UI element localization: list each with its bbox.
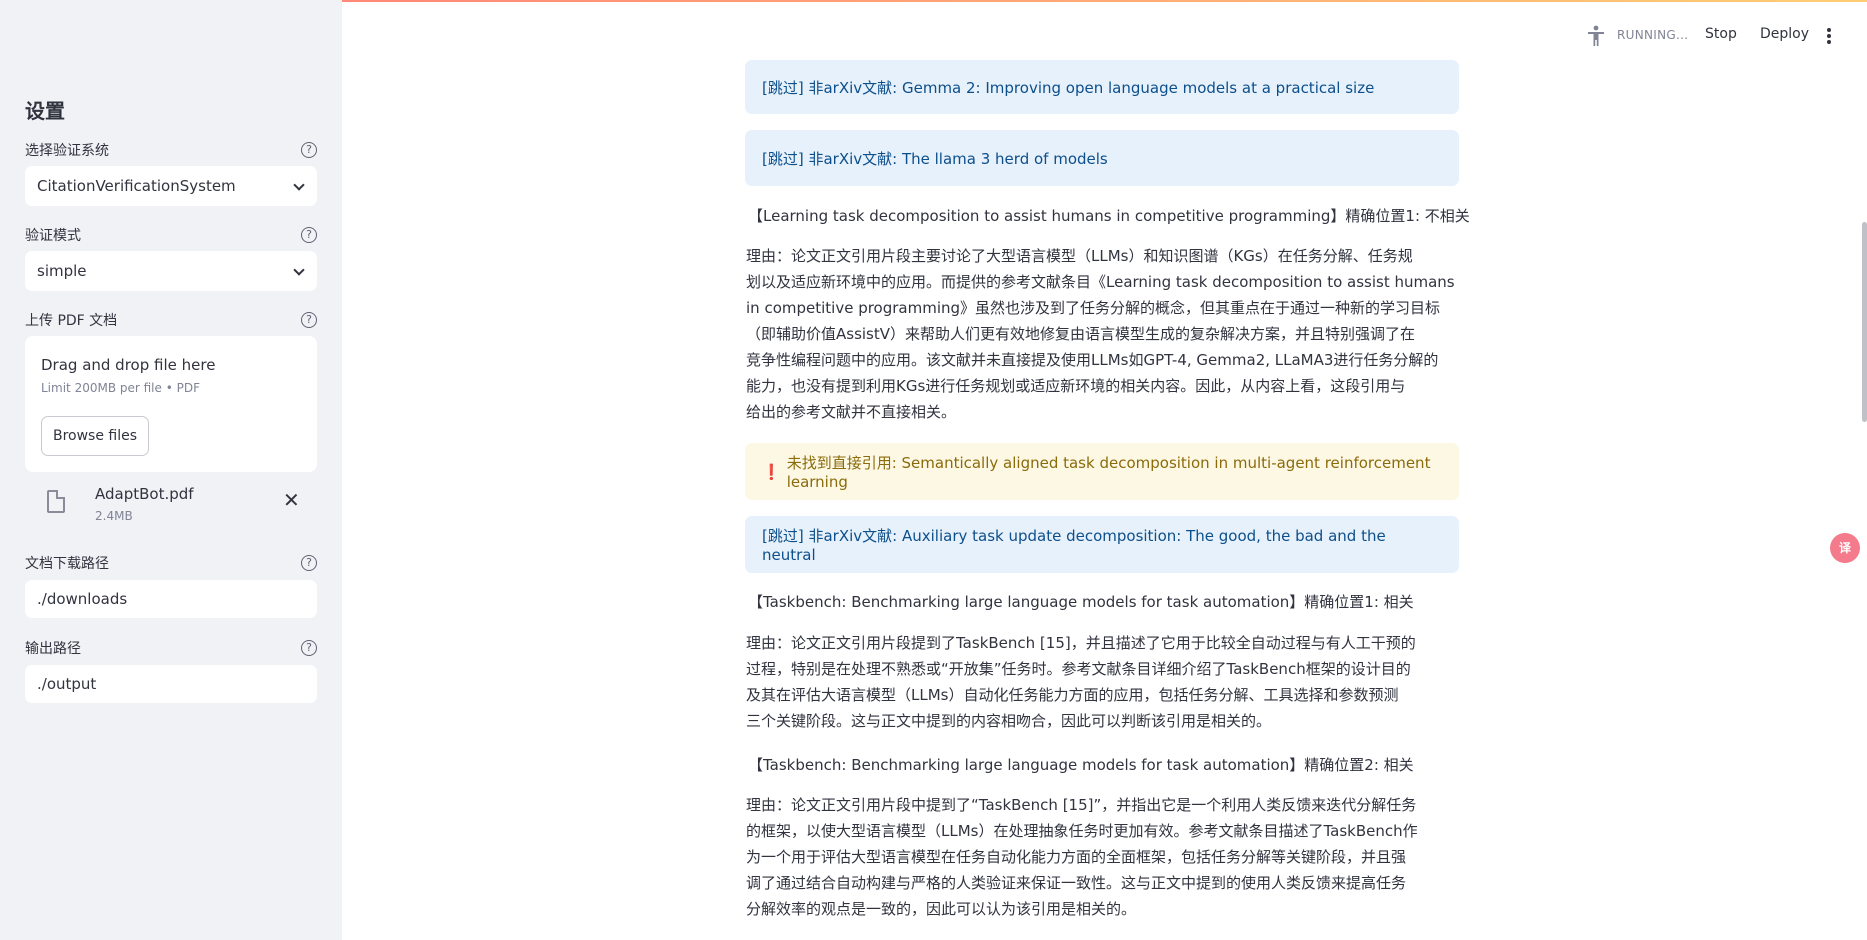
alert-text: 未找到直接引用: Semantically aligned task decom… [786,454,1431,491]
remove-file-close-icon[interactable]: ✕ [283,490,300,510]
uploaded-file-name: AdaptBot.pdf [95,485,194,503]
sidebar: 设置 选择验证系统 ? CitationVerificationSystem 验… [0,0,342,940]
dropzone-limit: Limit 200MB per file • PDF [41,381,200,395]
reason-line: 及其在评估大语言模型（LLMs）自动化任务能力方面的应用，包括任务分解、工具选择… [746,686,1399,704]
reason-paragraph: 理由：论文正文引用片段提到了TaskBench [15]，并且描述了它用于比较全… [746,630,1460,734]
reason-line: 给出的参考文献并不直接相关。 [746,403,957,421]
alert-text: [跳过] 非arXiv文献: Auxiliary task update dec… [762,527,1386,564]
chevron-down-icon [293,179,305,191]
reason-line: 的框架，以使大型语言模型（LLMs）在处理抽象任务时更加有效。参考文献条目描述了… [746,822,1418,840]
reason-paragraph: 理由：论文正文引用片段主要讨论了大型语言模型（LLMs）和知识图谱（KGs）在任… [746,243,1460,425]
file-icon [47,490,65,513]
download-path-label: 文档下载路径 [25,556,109,572]
sidebar-title: 设置 [25,99,65,123]
help-icon[interactable]: ? [301,555,317,571]
not-found-warning-alert: ❗ 未找到直接引用: Semantically aligned task dec… [745,443,1459,500]
uploaded-file-row: AdaptBot.pdf 2.4MB ✕ [25,478,317,528]
accessibility-figure-icon [1588,25,1604,46]
download-path-input[interactable]: ./downloads [25,580,317,618]
system-select[interactable]: CitationVerificationSystem [25,166,317,206]
main-scrollbar[interactable] [1862,222,1867,422]
system-select-label: 选择验证系统 [25,143,109,159]
reason-line: in competitive programming》虽然也涉及到了任务分解的概… [746,299,1441,317]
result-heading: 【Taskbench: Benchmarking large language … [748,593,1414,611]
dropzone-title: Drag and drop file here [41,356,216,374]
reason-line: （即辅助价值AssistV）来帮助人们更有效地修复由语言模型生成的复杂解决方案，… [746,325,1416,343]
reason-line: 过程，特别是在处理不熟悉或“开放集”任务时。参考文献条目详细介绍了TaskBen… [746,660,1411,678]
mode-select[interactable]: simple [25,251,317,291]
output-path-label: 输出路径 [25,641,81,657]
reason-line: 能力，也没有提到利用KGs进行任务规划或适应新环境的相关内容。因此，从内容上看，… [746,377,1406,395]
help-icon[interactable]: ? [301,227,317,243]
reason-line: 分解效率的观点是一致的，因此可以认为该引用是相关的。 [746,900,1137,918]
result-heading: 【Learning task decomposition to assist h… [748,207,1470,225]
system-select-value: CitationVerificationSystem [37,177,236,195]
uploaded-file-size: 2.4MB [95,509,133,523]
skip-info-alert: [跳过] 非arXiv文献: The llama 3 herd of model… [745,130,1459,186]
chevron-down-icon [293,264,305,276]
reason-paragraph: 理由：论文正文引用片段中提到了“TaskBench [15]”，并指出它是一个利… [746,792,1460,922]
reason-line: 调了通过结合自动构建与严格的人类验证来保证一致性。这与正文中提到的使用人类反馈来… [746,874,1407,892]
running-status: RUNNING... [1617,28,1689,42]
reason-line: 理由：论文正文引用片段中提到了“TaskBench [15]”，并指出它是一个利… [746,796,1417,814]
skip-info-alert: [跳过] 非arXiv文献: Gemma 2: Improving open l… [745,60,1459,114]
reason-line: 理由：论文正文引用片段主要讨论了大型语言模型（LLMs）和知识图谱（KGs）在任… [746,247,1413,265]
mode-select-value: simple [37,262,87,280]
help-icon[interactable]: ? [301,142,317,158]
reason-line: 理由：论文正文引用片段提到了TaskBench [15]，并且描述了它用于比较全… [746,634,1416,652]
help-icon[interactable]: ? [301,312,317,328]
reason-line: 为一个用于评估大型语言模型在任务自动化能力方面的全面框架，包括任务分解等关键阶段… [746,848,1407,866]
alert-text: [跳过] 非arXiv文献: Gemma 2: Improving open l… [762,78,1375,97]
exclamation-icon: ❗ [762,462,781,481]
result-heading: 【Taskbench: Benchmarking large language … [748,756,1414,774]
mode-select-label: 验证模式 [25,228,81,244]
translate-icon[interactable]: 译 [1830,533,1860,563]
upload-label: 上传 PDF 文档 [25,313,118,329]
reason-line: 三个关键阶段。这与正文中提到的内容相吻合，因此可以判断该引用是相关的。 [746,712,1272,730]
reason-line: 竞争性编程问题中的应用。该文献并未直接提及使用LLMs如GPT-4, Gemma… [746,351,1439,369]
alert-text: [跳过] 非arXiv文献: The llama 3 herd of model… [762,149,1108,168]
deploy-button[interactable]: Deploy [1760,26,1809,42]
output-path-input[interactable]: ./output [25,665,317,703]
reason-line: 划以及适应新环境中的应用。而提供的参考文献条目《Learning task de… [746,273,1455,291]
kebab-menu-icon[interactable] [1820,26,1838,46]
skip-info-alert: [跳过] 非arXiv文献: Auxiliary task update dec… [745,516,1459,573]
browse-files-button[interactable]: Browse files [41,416,149,456]
file-dropzone[interactable]: Drag and drop file here Limit 200MB per … [25,336,317,472]
stop-button[interactable]: Stop [1705,26,1737,42]
help-icon[interactable]: ? [301,640,317,656]
